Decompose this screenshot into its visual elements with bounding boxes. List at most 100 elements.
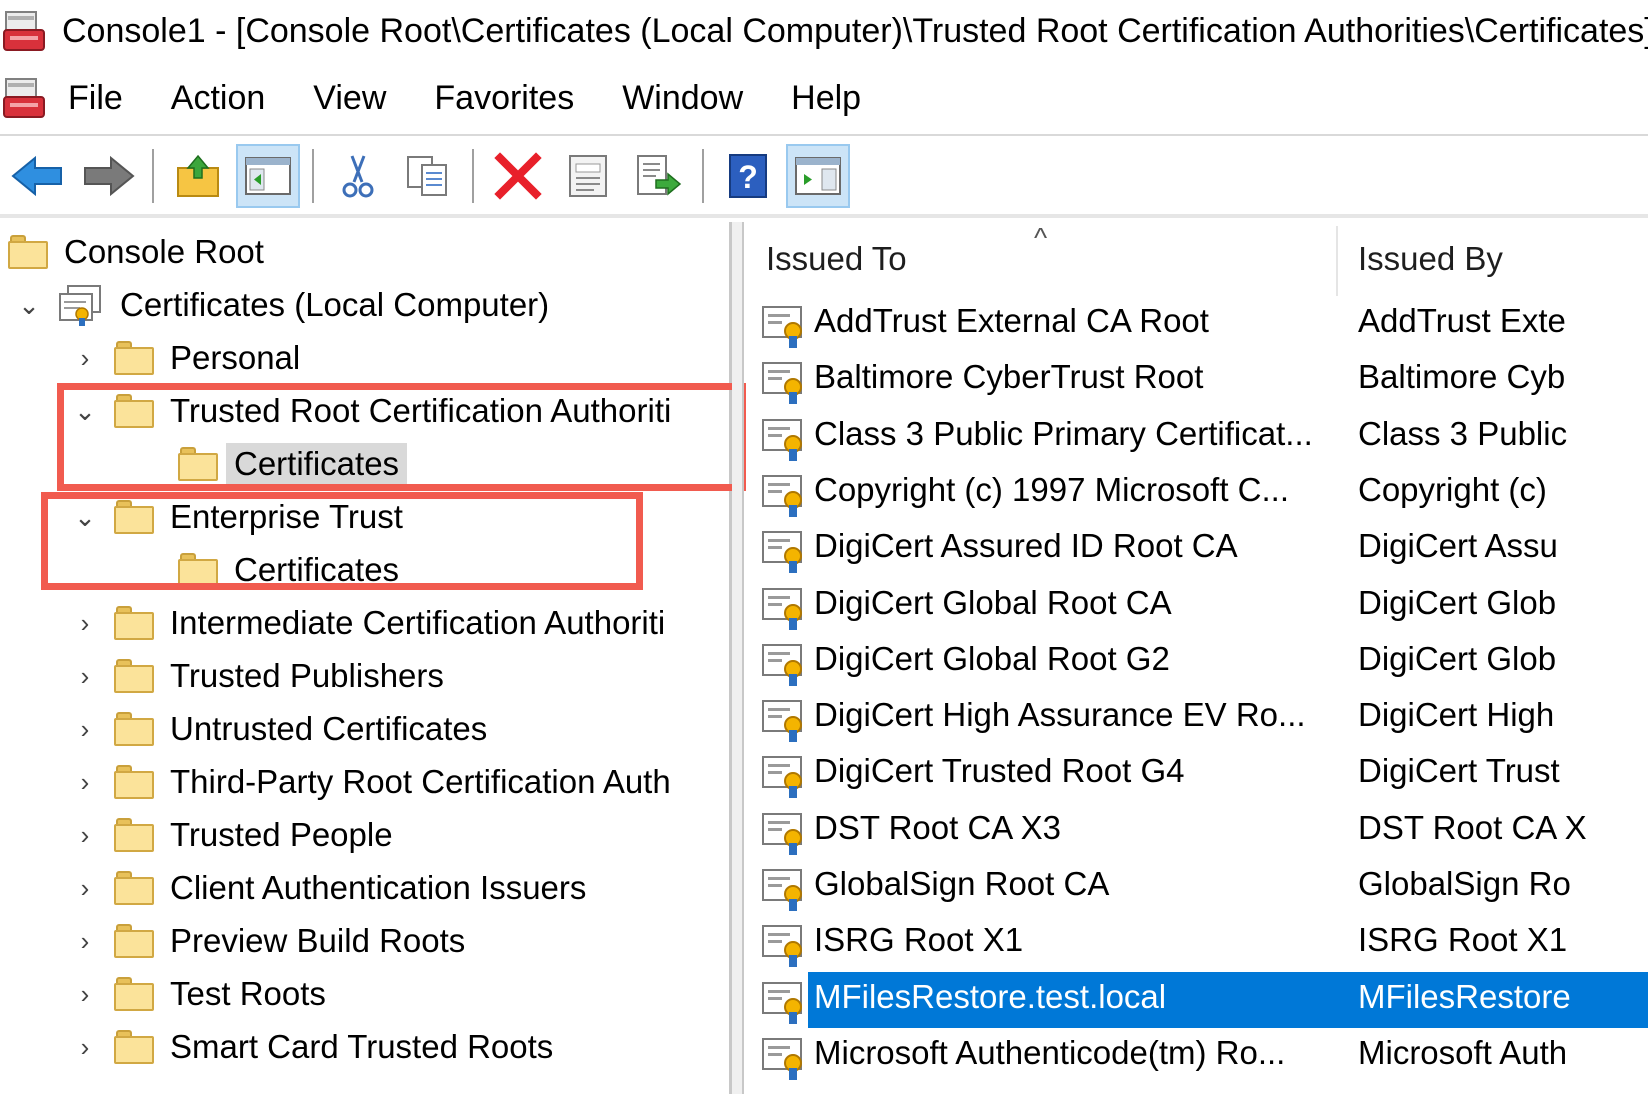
toolbar-divider [0,214,1648,218]
expand-chevron-icon[interactable]: › [70,661,100,691]
cell-issued-to: DST Root CA X3 [814,808,1062,846]
certificate-icon [762,587,804,630]
tree-label: Test Roots [170,975,326,1012]
properties-icon [569,155,607,197]
column-header-issued-by[interactable]: Issued By [1358,240,1503,278]
folder-icon [114,818,154,852]
menu-window[interactable]: Window [622,79,743,118]
certificate-row[interactable]: AddTrust External CA Root AddTrust Exte [746,296,1648,352]
folder-icon [114,1030,154,1064]
collapse-chevron-icon[interactable]: ⌄ [14,290,44,320]
tree-node-preview-build-roots[interactable]: › Preview Build Roots [70,915,466,967]
tree-label: Smart Card Trusted Roots [170,1028,554,1065]
certificate-row[interactable]: DigiCert Trusted Root G4 DigiCert Trust [746,746,1648,802]
up-one-level-button[interactable] [166,144,230,208]
help-icon: ? [729,154,767,198]
collapse-chevron-icon[interactable]: ⌄ [70,502,100,532]
export-list-button[interactable] [626,144,690,208]
forward-button[interactable] [76,144,140,208]
tree-label: Certificates [234,551,400,588]
help-button[interactable]: ? [716,144,780,208]
tree-node-enterprise-trust[interactable]: ⌄ Enterprise Trust [70,491,403,543]
certificate-row[interactable]: GlobalSign Root CA GlobalSign Ro [746,859,1648,915]
menu-view[interactable]: View [313,79,386,118]
cell-issued-to: AddTrust External CA Root [814,302,1209,339]
cut-icon [342,155,374,198]
certificate-row[interactable]: DigiCert Global Root CA DigiCert Glob [746,578,1648,634]
certificate-icon [762,812,804,855]
back-button[interactable] [6,144,70,208]
folder-icon [114,394,154,428]
certificate-row[interactable]: Class 3 Public Primary Certificat... Clas… [746,409,1648,465]
certificate-row[interactable]: Microsoft Authenticode(tm) Ro... Microsof… [746,1028,1648,1084]
expand-chevron-icon[interactable]: › [70,767,100,797]
folder-icon [114,924,154,958]
certificate-row[interactable]: DST Root CA X3 DST Root CA X [746,803,1648,859]
tree-node-enterprise-trust-certificates[interactable]: Certificates [178,544,399,596]
column-divider[interactable] [1336,226,1338,296]
expand-chevron-icon[interactable]: › [70,926,100,956]
certificate-row[interactable]: Copyright (c) 1997 Microsoft C... Copyrig… [746,465,1648,521]
properties-button[interactable] [556,144,620,208]
tree-node-smart-card-trusted-roots[interactable]: › Smart Card Trusted Roots [70,1021,554,1073]
tree-node-personal[interactable]: › Personal [70,332,301,384]
up-folder-icon [177,154,219,197]
cell-issued-by: GlobalSign Ro [1358,865,1571,902]
show-hide-action-pane-button[interactable] [786,144,850,208]
tree-node-test-roots[interactable]: › Test Roots [70,968,326,1020]
certificate-icon [762,981,804,1024]
tree-label: Trusted Publishers [170,657,444,694]
expand-chevron-icon[interactable]: › [70,1032,100,1062]
column-header-issued-to[interactable]: Issued To [766,240,907,278]
certificate-row[interactable]: DigiCert Assured ID Root CA DigiCert Assu [746,521,1648,577]
menu-file[interactable]: File [68,79,123,118]
show-hide-console-tree-button[interactable] [236,144,300,208]
list-header: ^ Issued To Issued By [746,222,1648,302]
expand-chevron-icon[interactable]: › [70,714,100,744]
tree-node-intermediate-ca[interactable]: › Intermediate Certification Authoriti [70,597,666,649]
cell-issued-to: Baltimore CyberTrust Root [814,358,1204,396]
expand-chevron-icon[interactable]: › [70,608,100,638]
delete-button[interactable] [486,144,550,208]
cut-button[interactable] [326,144,390,208]
tree-node-trusted-people[interactable]: › Trusted People [70,809,393,861]
cell-issued-by: Microsoft Auth [1358,1033,1568,1071]
copy-button[interactable] [396,144,460,208]
certificate-row[interactable]: MFilesRestore.test.local MFilesRestore [746,971,1648,1028]
tree-node-certificates-local-computer[interactable]: ⌄ Certificates (Local Computer) [14,279,549,331]
system-menu-icon[interactable] [2,75,48,121]
tree-label: Third-Party Root Certification Auth [170,763,671,800]
expand-chevron-icon[interactable]: › [70,343,100,373]
cell-issued-by: DigiCert Assu [1358,527,1558,565]
certificate-row[interactable]: Baltimore CyberTrust Root Baltimore Cyb [746,352,1648,408]
tree-node-trusted-root-certificates[interactable]: Certificates [178,438,408,490]
pane-splitter[interactable] [732,222,744,1094]
expand-chevron-icon[interactable]: › [70,979,100,1009]
tree-node-client-auth-issuers[interactable]: › Client Authentication Issuers [70,862,587,914]
tree-node-trusted-root[interactable]: ⌄ Trusted Root Certification Authoriti [70,385,671,437]
expand-chevron-icon[interactable]: › [70,873,100,903]
folder-icon [8,235,48,269]
collapse-chevron-icon[interactable]: ⌄ [70,396,100,426]
folder-icon [114,977,154,1011]
mmc-app-icon[interactable] [2,8,48,54]
certificate-icon [762,418,804,461]
tree-node-untrusted-certificates[interactable]: › Untrusted Certificates [70,703,488,755]
tree-node-trusted-publishers[interactable]: › Trusted Publishers [70,650,444,702]
toolbar-separator [312,149,314,203]
tree-node-console-root[interactable]: Console Root [8,226,264,278]
svg-text:?: ? [738,159,758,195]
menu-action[interactable]: Action [171,79,266,118]
certificate-row[interactable]: ISRG Root X1 ISRG Root X1 [746,915,1648,971]
certificate-row[interactable]: DigiCert Global Root G2 DigiCert Glob [746,634,1648,690]
certificate-row[interactable]: DigiCert High Assurance EV Ro... DigiCert… [746,690,1648,746]
certificate-icon [762,306,804,348]
menu-help[interactable]: Help [791,79,861,118]
expand-chevron-icon[interactable]: › [70,820,100,850]
menu-favorites[interactable]: Favorites [434,79,574,118]
console-tree-pane[interactable]: Console Root ⌄ Certificates (Local Compu… [0,222,732,1094]
tree-label: Client Authentication Issuers [170,869,587,906]
tree-node-third-party-root[interactable]: › Third-Party Root Certification Auth [70,756,671,808]
folder-icon [114,871,154,905]
certificate-list-pane: ^ Issued To Issued By AddTrust External … [746,222,1648,1094]
